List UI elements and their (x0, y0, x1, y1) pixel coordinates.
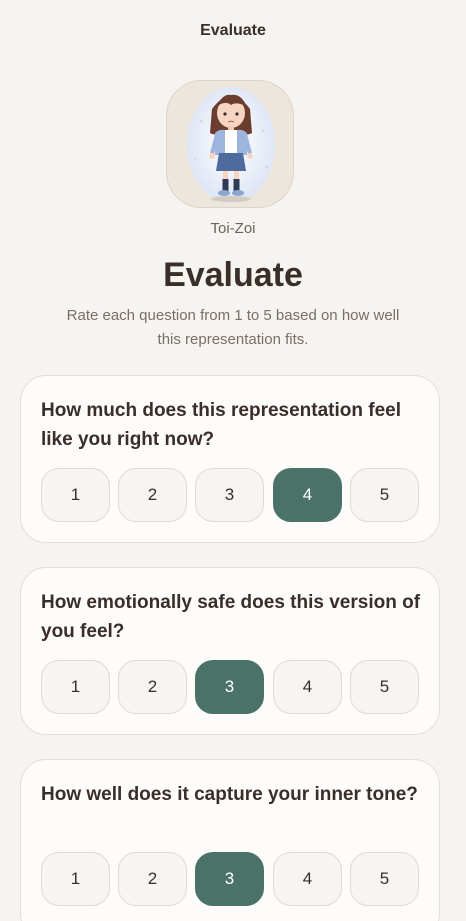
rating-scale: 1 2 3 4 5 (41, 852, 421, 906)
rating-button-2[interactable]: 2 (118, 852, 187, 906)
avatar-illustration (187, 87, 275, 203)
rating-button-2[interactable]: 2 (118, 660, 187, 714)
rating-button-1[interactable]: 1 (41, 852, 110, 906)
rating-button-1[interactable]: 1 (41, 468, 110, 522)
rating-button-3[interactable]: 3 (195, 468, 264, 522)
evaluate-screen: Evaluate Toi-Zoi Evaluate Rate each ques… (0, 0, 466, 921)
header-title: Evaluate (200, 22, 266, 39)
rating-scale: 1 2 3 4 5 (41, 468, 421, 522)
question-text: How well does it capture your inner tone… (41, 784, 418, 805)
question-text: How much does this representation feel l… (41, 400, 402, 450)
question-card: How well does it capture your inner tone… (20, 759, 440, 921)
page-title: Evaluate (163, 256, 303, 294)
question-card: How emotionally safe does this version o… (20, 567, 440, 735)
rating-button-1[interactable]: 1 (41, 660, 110, 714)
rating-button-5[interactable]: 5 (350, 468, 419, 522)
page-subtitle: Rate each question from 1 to 5 based on … (66, 307, 400, 348)
rating-button-4[interactable]: 4 (273, 660, 342, 714)
rating-button-5[interactable]: 5 (350, 660, 419, 714)
avatar (166, 80, 294, 208)
question-card: How much does this representation feel l… (20, 375, 440, 543)
rating-button-4[interactable]: 4 (273, 852, 342, 906)
avatar-name: Toi-Zoi (210, 220, 256, 237)
question-text: How emotionally safe does this version o… (41, 592, 421, 642)
rating-button-4[interactable]: 4 (273, 468, 342, 522)
rating-button-3[interactable]: 3 (195, 660, 264, 714)
rating-button-2[interactable]: 2 (118, 468, 187, 522)
rating-button-3[interactable]: 3 (195, 852, 264, 906)
rating-scale: 1 2 3 4 5 (41, 660, 421, 714)
rating-button-5[interactable]: 5 (350, 852, 419, 906)
